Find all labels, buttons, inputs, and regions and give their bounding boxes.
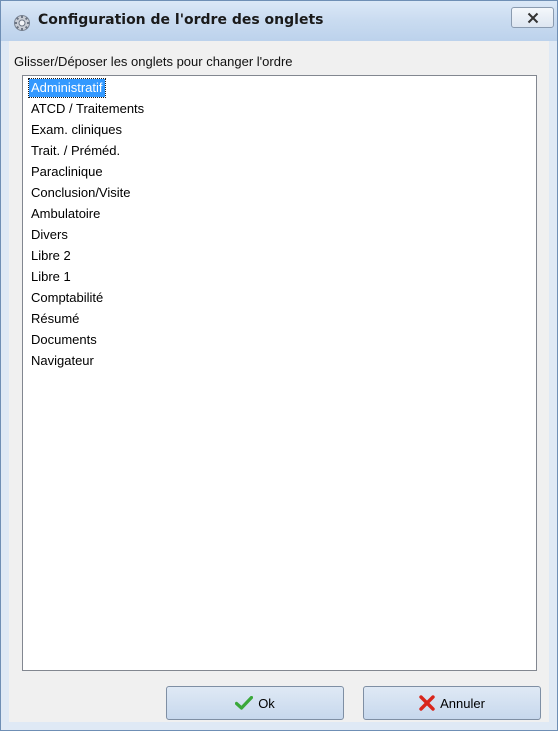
check-icon	[235, 696, 254, 710]
list-item-documents[interactable]: Documents	[29, 331, 99, 349]
list-item-libre-2[interactable]: Libre 2	[29, 247, 73, 265]
list-item-comptabilite[interactable]: Comptabilité	[29, 289, 105, 307]
list-item-paraclinique[interactable]: Paraclinique	[29, 163, 105, 181]
title-bar[interactable]: Configuration de l'ordre des onglets	[1, 1, 557, 41]
list-item-conclusion-visite[interactable]: Conclusion/Visite	[29, 184, 132, 202]
tab-order-list[interactable]: Administratif ATCD / Traitements Exam. c…	[22, 75, 537, 671]
list-item-ambulatoire[interactable]: Ambulatoire	[29, 205, 102, 223]
list-item-exam-cliniques[interactable]: Exam. cliniques	[29, 121, 124, 139]
dialog-window: Configuration de l'ordre des onglets Gli…	[0, 0, 558, 731]
list-item-divers[interactable]: Divers	[29, 226, 70, 244]
list-item-atcd-traitements[interactable]: ATCD / Traitements	[29, 100, 146, 118]
close-icon	[527, 12, 538, 23]
cancel-button[interactable]: Annuler	[363, 686, 541, 720]
list-item-libre-1[interactable]: Libre 1	[29, 268, 73, 286]
list-item-administratif[interactable]: Administratif	[28, 78, 106, 98]
gear-icon	[14, 15, 30, 31]
list-item-trait-premed[interactable]: Trait. / Préméd.	[29, 142, 122, 160]
cancel-button-label: Annuler	[440, 695, 485, 711]
cross-icon	[419, 695, 435, 711]
instruction-label: Glisser/Déposer les onglets pour changer…	[14, 54, 293, 69]
dialog-title: Configuration de l'ordre des onglets	[38, 12, 324, 28]
list-item-resume[interactable]: Résumé	[29, 310, 81, 328]
list-item-navigateur[interactable]: Navigateur	[29, 352, 96, 370]
close-button[interactable]	[511, 7, 554, 28]
ok-button[interactable]: Ok	[166, 686, 344, 720]
ok-button-label: Ok	[258, 695, 275, 711]
